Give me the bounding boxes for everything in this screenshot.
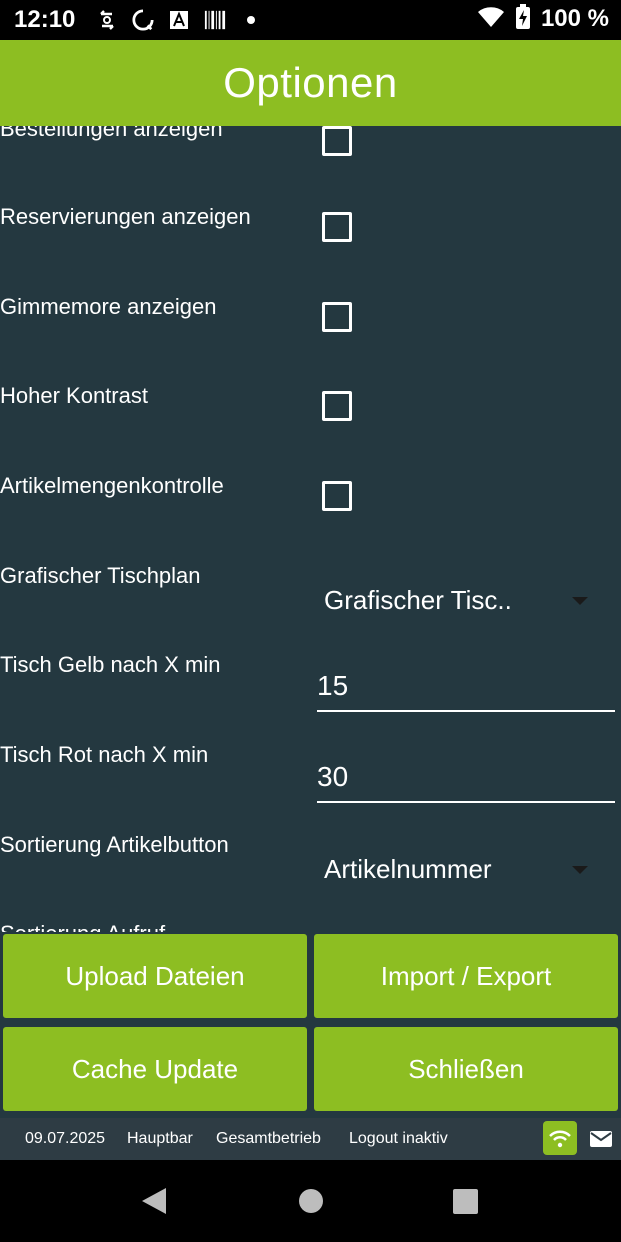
option-label-tisch-gelb: Tisch Gelb nach X min — [0, 652, 221, 677]
footer-logout[interactable]: Logout inaktiv — [349, 1130, 448, 1148]
option-label-sortierung-cut: Sortierung Aufruf... — [0, 921, 183, 932]
option-row-artikelmengen: Artikelmengenkontrolle — [0, 473, 621, 563]
tisch-gelb-value: 15 — [317, 670, 349, 701]
recent-apps-icon[interactable] — [453, 1189, 478, 1214]
option-label-tischplan: Grafischer Tischplan — [0, 563, 201, 588]
tisch-rot-input[interactable]: 30 — [317, 753, 615, 803]
wifi-icon — [477, 6, 505, 33]
option-row-sortierung-artikel: Sortierung Artikelbutton Artikelnummer — [0, 832, 621, 922]
button-area: Upload Dateien Import / Export Cache Upd… — [0, 932, 621, 1118]
dot-icon — [240, 9, 262, 31]
checkbox-bestellungen[interactable] — [322, 126, 352, 156]
checkbox-gimmemore[interactable] — [322, 302, 352, 332]
option-row-kontrast: Hoher Kontrast — [0, 383, 621, 473]
footer-location: Hauptbar — [127, 1130, 193, 1147]
footer-mode: Gesamtbetrieb — [216, 1130, 321, 1147]
app-a-icon — [168, 9, 190, 31]
close-button[interactable]: Schließen — [314, 1027, 618, 1111]
option-label-reservierungen: Reservierungen anzeigen — [0, 204, 251, 229]
footer-bar: 09.07.2025 Hauptbar Gesamtbetrieb Logout… — [0, 1118, 621, 1160]
sync-icon — [96, 9, 118, 31]
option-label-gimmemore: Gimmemore anzeigen — [0, 294, 217, 319]
mail-icon[interactable] — [586, 1126, 616, 1152]
loading-icon — [132, 9, 154, 31]
option-row-tisch-gelb: Tisch Gelb nach X min 15 — [0, 652, 621, 742]
option-row-tisch-rot: Tisch Rot nach X min 30 — [0, 742, 621, 832]
tisch-rot-value: 30 — [317, 761, 349, 792]
wifi-icon[interactable] — [543, 1121, 577, 1155]
cache-update-button[interactable]: Cache Update — [3, 1027, 307, 1111]
battery-charging-icon — [515, 3, 531, 35]
tischplan-dropdown[interactable]: Grafischer Tisc.. — [324, 581, 600, 621]
status-right: 100 % — [477, 3, 609, 35]
options-list[interactable]: Bestellungen anzeigen Reservierungen anz… — [0, 126, 621, 932]
option-label-bestellungen: Bestellungen anzeigen — [0, 126, 223, 141]
option-label-sortierung-artikel: Sortierung Artikelbutton — [0, 832, 229, 857]
checkbox-artikelmengen[interactable] — [322, 481, 352, 511]
navigation-bar — [0, 1160, 621, 1242]
battery-level: 100 % — [540, 5, 609, 32]
status-icons — [96, 6, 262, 34]
upload-button[interactable]: Upload Dateien — [3, 934, 307, 1018]
barcode-icon — [204, 9, 226, 31]
dropdown-arrow-icon — [572, 597, 588, 605]
option-row-bestellungen: Bestellungen anzeigen — [0, 126, 621, 204]
status-bar: 12:10 100 % — [0, 0, 621, 40]
option-row-tischplan: Grafischer Tischplan Grafischer Tisc.. — [0, 563, 621, 653]
sortierung-artikel-dropdown[interactable]: Artikelnummer — [324, 850, 600, 890]
option-label-kontrast: Hoher Kontrast — [0, 383, 148, 408]
option-label-tisch-rot: Tisch Rot nach X min — [0, 742, 209, 767]
checkbox-kontrast[interactable] — [322, 391, 352, 421]
dropdown-arrow-icon — [572, 866, 588, 874]
home-icon[interactable] — [299, 1189, 323, 1213]
option-row-gimmemore: Gimmemore anzeigen — [0, 294, 621, 384]
page-title: Optionen — [223, 59, 398, 106]
option-label-artikelmengen: Artikelmengenkontrolle — [0, 473, 224, 498]
tischplan-value: Grafischer Tisc.. — [324, 585, 512, 615]
sortierung-artikel-value: Artikelnummer — [324, 854, 492, 884]
tisch-gelb-input[interactable]: 15 — [317, 662, 615, 712]
back-icon[interactable] — [142, 1188, 166, 1214]
option-row-sortierung-cut: Sortierung Aufruf... — [0, 921, 621, 932]
footer-date: 09.07.2025 — [25, 1130, 106, 1147]
import-export-button[interactable]: Import / Export — [314, 934, 618, 1018]
title-bar: Optionen — [0, 40, 621, 126]
checkbox-reservierungen[interactable] — [322, 212, 352, 242]
status-time: 12:10 — [14, 6, 76, 33]
option-row-reservierungen: Reservierungen anzeigen — [0, 204, 621, 294]
